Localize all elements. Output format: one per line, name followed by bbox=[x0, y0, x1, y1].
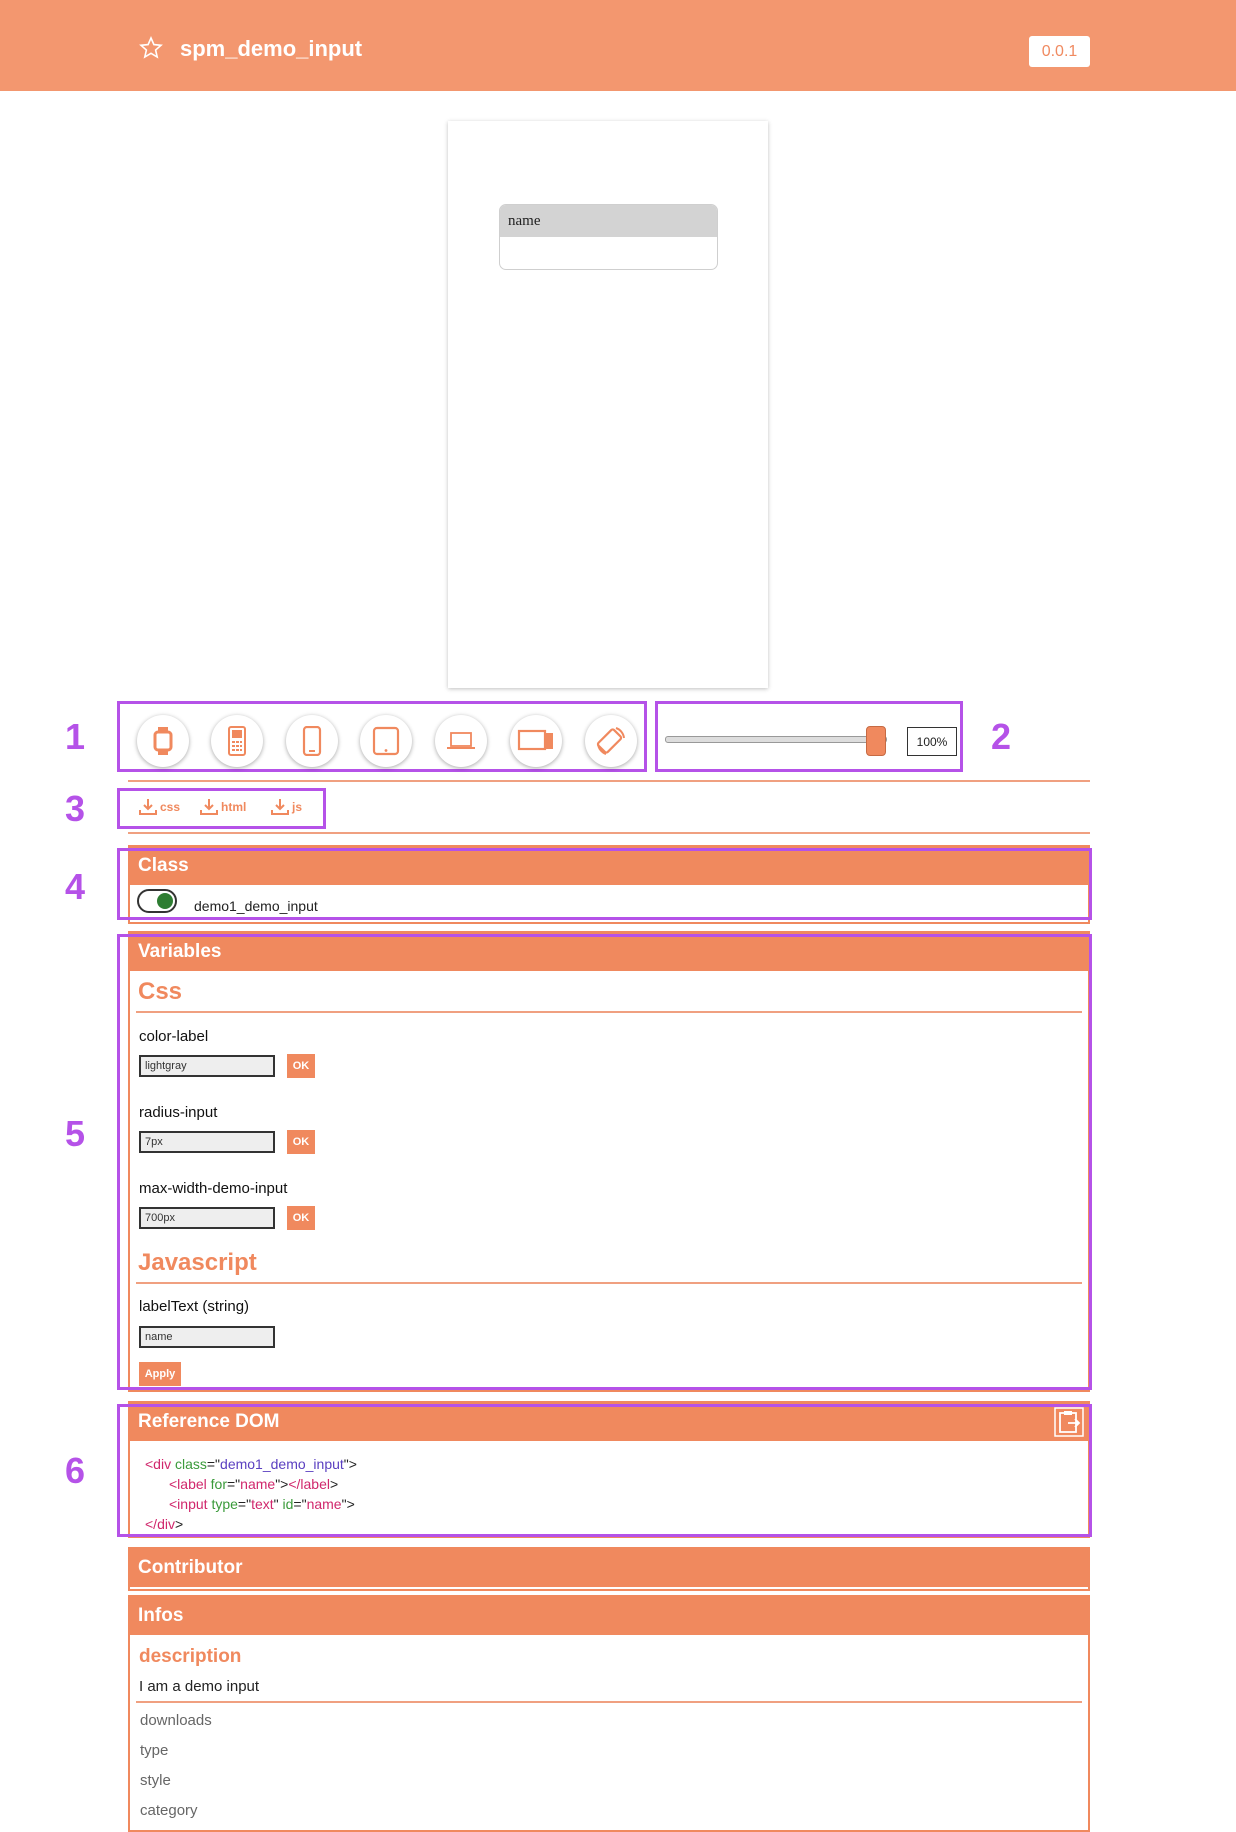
annotation-box-4 bbox=[117, 848, 1092, 920]
download-js-link[interactable]: js bbox=[270, 798, 302, 816]
watch-button[interactable] bbox=[137, 715, 189, 767]
annotation-number-3: 3 bbox=[65, 788, 86, 829]
top-header: spm_demo_input 0.0.1 bbox=[0, 0, 1236, 91]
star-outline-icon[interactable] bbox=[139, 36, 163, 60]
zoom-slider-track[interactable] bbox=[665, 736, 887, 743]
component-title: spm_demo_input bbox=[180, 36, 363, 61]
download-icon bbox=[139, 799, 157, 815]
version-badge: 0.0.1 bbox=[1029, 36, 1090, 67]
zoom-value: 100% bbox=[907, 727, 957, 756]
demo-input-field[interactable] bbox=[500, 237, 717, 269]
tablet-icon bbox=[372, 726, 400, 756]
download-icon bbox=[200, 799, 218, 815]
contributor-title[interactable]: Contributor bbox=[130, 1549, 1088, 1587]
annotation-number-6: 6 bbox=[65, 1450, 86, 1491]
info-field: style bbox=[140, 1772, 171, 1789]
divider bbox=[128, 832, 1090, 834]
smartphone-icon bbox=[302, 726, 322, 756]
download-css-link[interactable]: css bbox=[138, 798, 180, 816]
rotate-icon bbox=[596, 727, 625, 755]
laptop-button[interactable] bbox=[435, 715, 487, 767]
annotation-box-5 bbox=[117, 934, 1092, 1390]
infos-title: Infos bbox=[130, 1597, 1088, 1635]
annotation-number-2: 2 bbox=[991, 716, 1012, 757]
annotation-number-5: 5 bbox=[65, 1113, 86, 1154]
desktop-icon bbox=[517, 729, 553, 751]
download-css-label: css bbox=[160, 800, 181, 814]
divider bbox=[128, 780, 1090, 782]
download-html-link[interactable]: html bbox=[199, 798, 246, 816]
laptop-icon bbox=[447, 732, 475, 749]
desktop-button[interactable] bbox=[510, 715, 562, 767]
annotation-number-1: 1 bbox=[65, 716, 86, 757]
feature-phone-icon bbox=[228, 726, 246, 756]
annotation-number-4: 4 bbox=[65, 866, 86, 907]
demo-input-component: name bbox=[499, 204, 718, 270]
download-icon bbox=[271, 799, 289, 815]
rotate-button[interactable] bbox=[585, 715, 637, 767]
annotation-box-6 bbox=[117, 1404, 1092, 1537]
device-preview: name bbox=[448, 121, 768, 688]
tablet-button[interactable] bbox=[360, 715, 412, 767]
description-text: I am a demo input bbox=[139, 1678, 260, 1695]
download-html-label: html bbox=[221, 800, 247, 814]
infos-panel: Infos description I am a demo input down… bbox=[128, 1595, 1090, 1832]
smartphone-button[interactable] bbox=[286, 715, 338, 767]
info-field: downloads bbox=[140, 1712, 212, 1729]
demo-input-label: name bbox=[500, 205, 717, 237]
contributor-panel[interactable]: Contributor bbox=[128, 1547, 1090, 1591]
divider bbox=[136, 1701, 1082, 1703]
feature-phone-button[interactable] bbox=[211, 715, 263, 767]
info-field: category bbox=[140, 1802, 198, 1819]
description-heading: description bbox=[139, 1646, 242, 1667]
zoom-slider-thumb[interactable] bbox=[866, 726, 886, 756]
download-js-label: js bbox=[292, 800, 303, 814]
watch-icon bbox=[153, 727, 173, 755]
info-field: type bbox=[140, 1742, 169, 1759]
